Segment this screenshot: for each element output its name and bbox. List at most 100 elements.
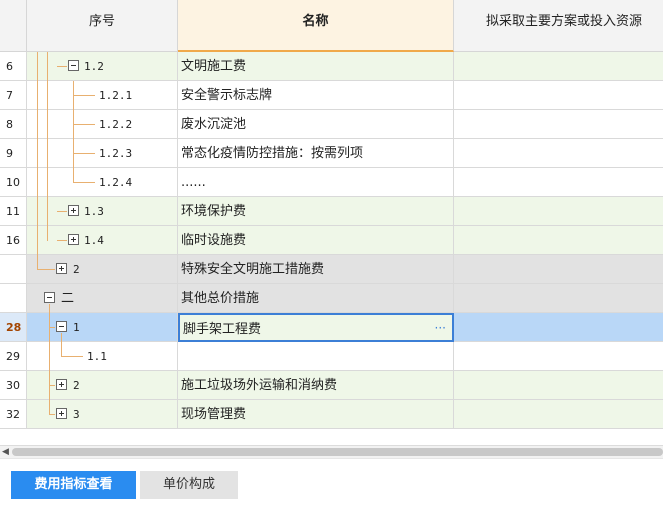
name-cell[interactable]: 临时设施费 bbox=[178, 226, 454, 255]
seq-column-header[interactable]: 序号 bbox=[27, 0, 178, 52]
name-cell[interactable]: 环境保护费 bbox=[178, 197, 454, 226]
name-cell[interactable]: 其他总价措施 bbox=[178, 284, 454, 313]
name-cell[interactable]: 安全警示标志牌 bbox=[178, 81, 454, 110]
seq-text: 1.2.1 bbox=[99, 89, 133, 102]
table-row[interactable]: 7 1.2.1 安全警示标志牌 bbox=[0, 81, 663, 110]
seq-cell: 1.2.4 bbox=[27, 168, 178, 197]
row-index: 9 bbox=[0, 139, 27, 168]
plan-cell[interactable] bbox=[454, 81, 663, 110]
table-row[interactable]: 32 3 现场管理费 bbox=[0, 400, 663, 429]
seq-cell: 1.2.3 bbox=[27, 139, 178, 168]
name-text: 文明施工费 bbox=[181, 59, 247, 74]
plan-cell[interactable] bbox=[454, 226, 663, 255]
seq-cell: 1.2 bbox=[27, 52, 178, 81]
plan-cell[interactable] bbox=[454, 197, 663, 226]
table-row[interactable]: 6 1.2 文明施工费 bbox=[0, 52, 663, 81]
name-cell[interactable]: 常态化疫情防控措施：按需列项 bbox=[178, 139, 454, 168]
horizontal-scrollbar[interactable]: ◀ bbox=[0, 445, 663, 458]
seq-text: 1.1 bbox=[87, 350, 107, 363]
name-text: 安全警示标志牌 bbox=[181, 88, 273, 103]
plan-cell[interactable] bbox=[454, 400, 663, 429]
collapse-icon[interactable] bbox=[44, 292, 55, 303]
plan-cell[interactable] bbox=[454, 342, 663, 371]
plan-cell[interactable] bbox=[454, 52, 663, 81]
collapse-icon[interactable] bbox=[56, 321, 67, 332]
seq-text: 3 bbox=[73, 408, 80, 421]
seq-text: 1.2.3 bbox=[99, 147, 133, 160]
name-text: 其他总价措施 bbox=[181, 291, 260, 306]
table-row[interactable]: 16 1.4 临时设施费 bbox=[0, 226, 663, 255]
expand-icon[interactable] bbox=[68, 234, 79, 245]
name-text: ...... bbox=[181, 175, 206, 190]
seq-cell: 2 bbox=[27, 371, 178, 400]
seq-text: 二 bbox=[61, 291, 75, 306]
expand-icon[interactable] bbox=[56, 263, 67, 274]
row-index: 10 bbox=[0, 168, 27, 197]
table-row-selected[interactable]: 28 1 脚手架工程费 ··· bbox=[0, 313, 663, 342]
table-row[interactable]: 8 1.2.2 废水沉淀池 bbox=[0, 110, 663, 139]
plan-header-label: 拟采取主要方案或投入资源 bbox=[486, 14, 643, 29]
seq-text: 1.3 bbox=[84, 205, 104, 218]
seq-cell: 1.2.1 bbox=[27, 81, 178, 110]
seq-cell: 1 bbox=[27, 313, 178, 342]
scroll-left-icon[interactable]: ◀ bbox=[2, 447, 9, 457]
row-index bbox=[0, 255, 27, 284]
more-options-icon[interactable]: ··· bbox=[435, 314, 446, 343]
expand-icon[interactable] bbox=[56, 379, 67, 390]
scroll-thumb[interactable] bbox=[12, 448, 663, 456]
name-column-header[interactable]: 名称 bbox=[178, 0, 454, 52]
expand-icon[interactable] bbox=[56, 408, 67, 419]
row-index: 32 bbox=[0, 400, 27, 429]
row-index: 16 bbox=[0, 226, 27, 255]
name-cell[interactable]: ...... bbox=[178, 168, 454, 197]
seq-cell: 1.4 bbox=[27, 226, 178, 255]
plan-cell[interactable] bbox=[454, 139, 663, 168]
name-cell[interactable]: 废水沉淀池 bbox=[178, 110, 454, 139]
name-text: 环境保护费 bbox=[181, 204, 247, 219]
row-index: 6 bbox=[0, 52, 27, 81]
table-row[interactable]: 二 其他总价措施 bbox=[0, 284, 663, 313]
seq-cell: 1.3 bbox=[27, 197, 178, 226]
seq-text: 1.2.4 bbox=[99, 176, 133, 189]
name-cell-editing[interactable]: 脚手架工程费 ··· bbox=[178, 313, 454, 342]
name-cell[interactable]: 文明施工费 bbox=[178, 52, 454, 81]
name-cell[interactable]: 现场管理费 bbox=[178, 400, 454, 429]
plan-cell[interactable] bbox=[454, 313, 663, 342]
plan-cell[interactable] bbox=[454, 110, 663, 139]
seq-text: 1.2.2 bbox=[99, 118, 133, 131]
table-row[interactable]: 29 1.1 bbox=[0, 342, 663, 371]
row-index: 7 bbox=[0, 81, 27, 110]
plan-cell[interactable] bbox=[454, 371, 663, 400]
table-row[interactable]: 9 1.2.3 常态化疫情防控措施：按需列项 bbox=[0, 139, 663, 168]
row-index: 30 bbox=[0, 371, 27, 400]
name-cell[interactable]: 施工垃圾场外运输和消纳费 bbox=[178, 371, 454, 400]
seq-cell: 2 bbox=[27, 255, 178, 284]
name-text: 常态化疫情防控措施：按需列项 bbox=[181, 146, 364, 161]
plan-cell[interactable] bbox=[454, 168, 663, 197]
plan-cell[interactable] bbox=[454, 255, 663, 284]
seq-text: 1.4 bbox=[84, 234, 104, 247]
seq-text: 1 bbox=[73, 321, 80, 334]
name-text: 临时设施费 bbox=[181, 233, 247, 248]
plan-column-header[interactable]: 拟采取主要方案或投入资源 bbox=[454, 0, 663, 52]
seq-text: 2 bbox=[73, 379, 80, 392]
tab-unit-price[interactable]: 单价构成 bbox=[140, 471, 238, 499]
seq-text: 2 bbox=[73, 263, 80, 276]
bottom-tab-bar: 费用指标查看 单价构成 bbox=[0, 458, 663, 506]
name-text: 特殊安全文明施工措施费 bbox=[181, 262, 325, 277]
tab-cost-index[interactable]: 费用指标查看 bbox=[11, 471, 136, 499]
table-row[interactable]: 11 1.3 环境保护费 bbox=[0, 197, 663, 226]
expand-icon[interactable] bbox=[68, 205, 79, 216]
row-index bbox=[0, 284, 27, 313]
plan-cell[interactable] bbox=[454, 284, 663, 313]
seq-cell: 1.1 bbox=[27, 342, 178, 371]
name-cell[interactable]: 特殊安全文明施工措施费 bbox=[178, 255, 454, 284]
name-cell[interactable] bbox=[178, 342, 454, 371]
table-row[interactable]: 10 1.2.4 ...... bbox=[0, 168, 663, 197]
collapse-icon[interactable] bbox=[68, 60, 79, 71]
table-row[interactable]: 30 2 施工垃圾场外运输和消纳费 bbox=[0, 371, 663, 400]
table-row[interactable]: 2 特殊安全文明施工措施费 bbox=[0, 255, 663, 284]
row-index: 11 bbox=[0, 197, 27, 226]
name-text: 现场管理费 bbox=[181, 407, 247, 422]
seq-cell: 3 bbox=[27, 400, 178, 429]
